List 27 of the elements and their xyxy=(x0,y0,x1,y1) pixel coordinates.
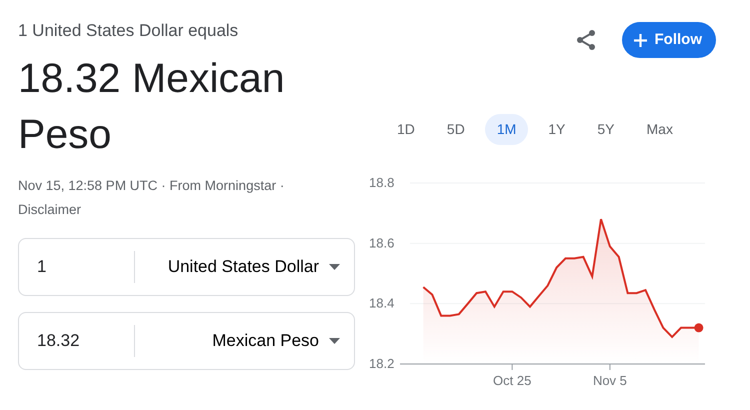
y-tick-label: 18.6 xyxy=(369,235,394,250)
conversion-subtitle: 1 United States Dollar equals xyxy=(18,20,240,42)
conversion-result: 18.32 Mexican Peso xyxy=(18,54,286,158)
range-tab[interactable]: 1D xyxy=(385,114,427,145)
currency-dropdown[interactable]: Mexican Peso xyxy=(135,326,354,354)
plus-icon xyxy=(634,34,646,46)
x-tick xyxy=(609,364,610,370)
range-tab[interactable]: 5Y xyxy=(585,114,627,145)
caret-icon xyxy=(329,338,340,344)
disclaimer-link[interactable]: Disclaimer xyxy=(18,202,82,216)
amount-field[interactable]: 18.32 xyxy=(19,326,134,354)
y-tick-label: 18.4 xyxy=(369,296,394,311)
x-tick-label: Nov 5 xyxy=(592,373,627,388)
x-tick xyxy=(512,364,513,370)
range-tab[interactable]: 5D xyxy=(434,114,477,145)
y-tick-label: 18.8 xyxy=(369,175,394,190)
y-tick-label: 18.2 xyxy=(369,356,394,371)
source-info: Nov 15, 12:58 PM UTC · From Morningstar · xyxy=(18,178,284,192)
range-tab[interactable]: 1Y xyxy=(536,114,578,145)
currency-dropdown[interactable]: United States Dollar xyxy=(135,252,354,280)
range-tab[interactable]: 1M xyxy=(484,114,528,145)
follow-button[interactable]: Follow xyxy=(622,22,716,58)
x-tick-label: Oct 25 xyxy=(493,373,532,388)
caret-icon xyxy=(329,264,340,270)
amount-field[interactable]: 1 xyxy=(19,252,134,280)
current-point xyxy=(694,323,704,332)
range-tab[interactable]: Max xyxy=(634,114,685,145)
